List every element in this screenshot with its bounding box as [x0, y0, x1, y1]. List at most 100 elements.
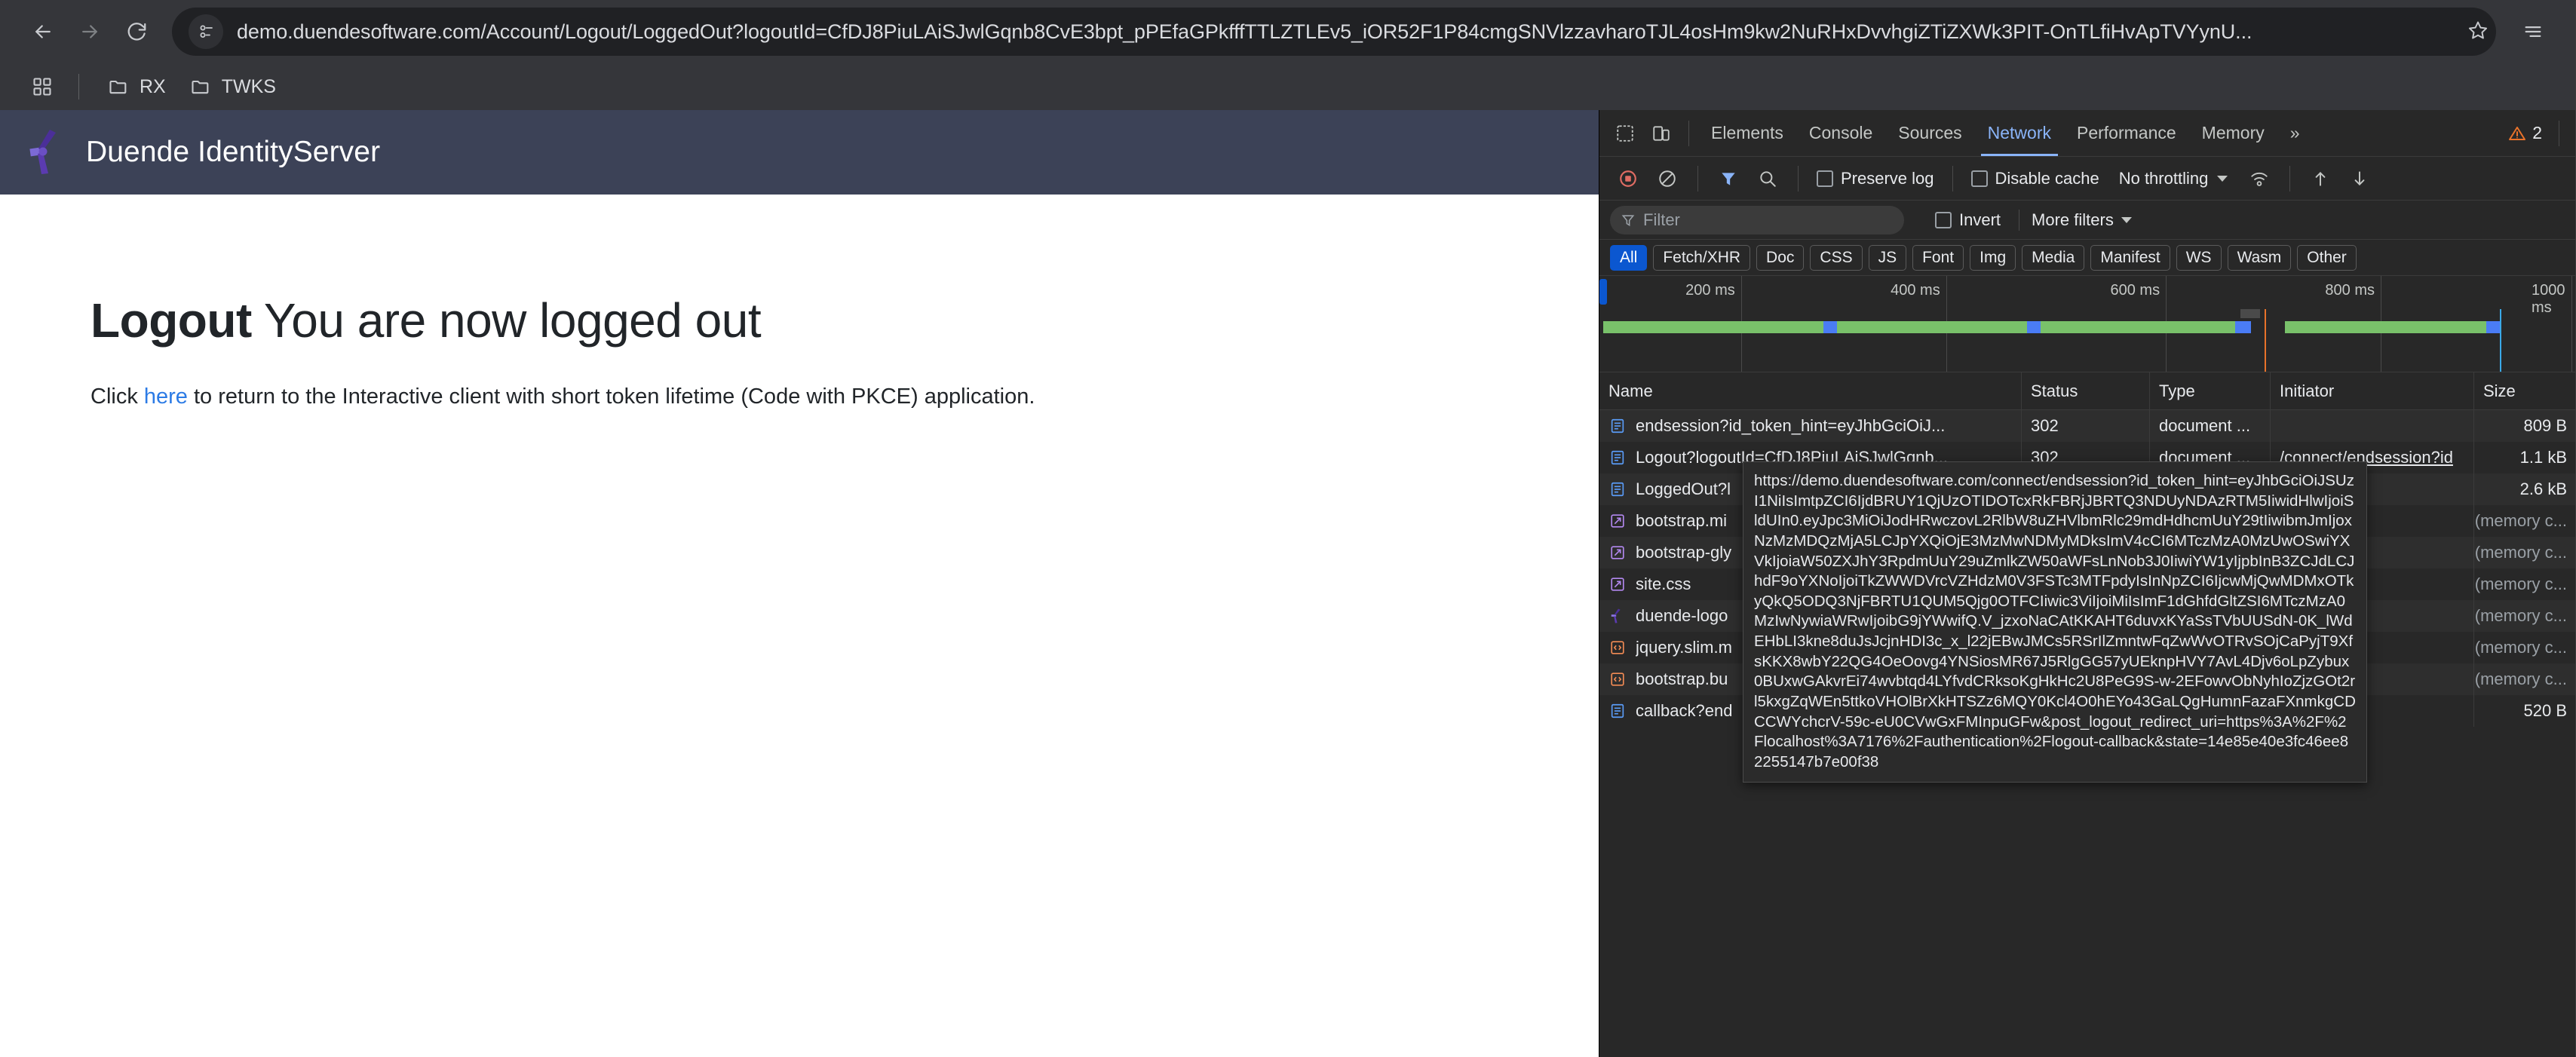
row-size: (memory c... — [2474, 638, 2567, 657]
browser-menu-button[interactable] — [2510, 8, 2556, 55]
warning-triangle-icon — [2508, 124, 2526, 142]
chip-doc[interactable]: Doc — [1756, 244, 1805, 271]
preserve-log-checkbox[interactable] — [1817, 170, 1833, 187]
row-size: 809 B — [2523, 416, 2568, 435]
chip-css[interactable]: CSS — [1810, 244, 1863, 271]
more-filters-dropdown[interactable]: More filters — [2032, 210, 2132, 230]
more-tabs-icon[interactable]: » — [2277, 111, 2313, 156]
chip-font[interactable]: Font — [1912, 244, 1964, 271]
row-name-text: callback?end — [1636, 701, 1733, 720]
chip-ws[interactable]: WS — [2176, 244, 2222, 271]
filter-placeholder: Filter — [1643, 210, 1680, 229]
clear-icon[interactable] — [1649, 161, 1685, 197]
disable-cache-toggle[interactable]: Disable cache — [1965, 169, 2105, 188]
row-initiator[interactable] — [2271, 410, 2474, 442]
toolbar-divider-1 — [1697, 165, 1698, 191]
return-link[interactable]: here — [144, 385, 188, 409]
timeline-range-handle[interactable] — [1599, 279, 1607, 305]
tab-console[interactable]: Console — [1796, 111, 1885, 156]
chip-media[interactable]: Media — [2022, 244, 2085, 271]
preserve-log-label: Preserve log — [1841, 168, 1934, 188]
invert-checkbox[interactable] — [1935, 211, 1952, 228]
row-size: 1.1 kB — [2519, 448, 2567, 467]
tab-sources[interactable]: Sources — [1885, 111, 1974, 156]
warning-badge[interactable]: 2 — [2501, 123, 2550, 143]
bookmark-star-icon[interactable] — [2467, 20, 2489, 44]
device-toolbar-icon[interactable] — [1643, 115, 1679, 152]
import-har-icon[interactable] — [2302, 161, 2338, 197]
browser-toolbar: demo.duendesoftware.com/Account/Logout/L… — [0, 0, 2576, 63]
chip-fetch-xhr[interactable]: Fetch/XHR — [1653, 244, 1751, 271]
chip-img[interactable]: Img — [1970, 244, 2016, 271]
row-name-text: jquery.slim.m — [1636, 638, 1732, 657]
duende-logo-icon — [23, 127, 74, 178]
inspect-element-icon[interactable] — [1607, 115, 1643, 152]
column-header-size[interactable]: Size — [2474, 372, 2576, 410]
record-stop-icon[interactable] — [1610, 161, 1646, 197]
row-status: 302 — [2022, 410, 2150, 442]
tab-performance[interactable]: Performance — [2064, 111, 2189, 156]
omnibox[interactable]: demo.duendesoftware.com/Account/Logout/L… — [172, 8, 2496, 56]
preserve-log-toggle[interactable]: Preserve log — [1811, 169, 1940, 188]
page-content: Logout You are now logged out Click here… — [0, 195, 1599, 409]
tab-memory[interactable]: Memory — [2189, 111, 2277, 156]
search-input[interactable]: Filter — [1610, 205, 1904, 234]
folder-icon — [190, 76, 211, 97]
timeline-tick: 600 ms — [2110, 282, 2160, 299]
timeline-tick: 200 ms — [1685, 282, 1735, 299]
request-url-tooltip: https://demo.duendesoftware.com/connect/… — [1743, 461, 2367, 783]
js-icon — [1608, 639, 1627, 657]
row-size: 2.6 kB — [2519, 479, 2567, 498]
row-size: (memory c... — [2474, 543, 2567, 562]
tab-network[interactable]: Network — [1975, 111, 2064, 156]
network-timeline-overview[interactable]: 200 ms 400 ms 600 ms 800 ms 1000 ms — [1599, 276, 2576, 372]
row-name-text: bootstrap.mi — [1636, 511, 1728, 530]
table-row[interactable]: endsession?id_token_hint=eyJhbGciOiJ... … — [1599, 410, 2576, 442]
js-icon — [1608, 670, 1627, 688]
url-text[interactable]: demo.duendesoftware.com/Account/Logout/L… — [237, 20, 2461, 44]
page-title-rest: You are now logged out — [263, 293, 762, 348]
column-header-initiator[interactable]: Initiator — [2271, 372, 2474, 410]
row-size: 520 B — [2523, 701, 2568, 720]
column-header-status[interactable]: Status — [2022, 372, 2150, 410]
chip-js[interactable]: JS — [1868, 244, 1907, 271]
column-header-name[interactable]: Name — [1599, 372, 2022, 410]
throttling-value: No throttling — [2118, 168, 2209, 188]
filter-bar: Filter Invert More filters — [1599, 201, 2576, 240]
tabbar-divider — [1688, 120, 1689, 146]
reload-button[interactable] — [113, 8, 160, 55]
filter-funnel-icon[interactable] — [1710, 161, 1746, 197]
column-header-type[interactable]: Type — [2150, 372, 2271, 410]
row-name[interactable]: endsession?id_token_hint=eyJhbGciOiJ... — [1599, 410, 2022, 442]
chip-all[interactable]: All — [1610, 244, 1648, 271]
row-name-text: LoggedOut?l — [1636, 479, 1731, 498]
export-har-icon[interactable] — [2341, 161, 2378, 197]
chip-manifest[interactable]: Manifest — [2090, 244, 2170, 271]
folder-icon — [108, 76, 129, 97]
throttling-select[interactable]: No throttling — [2119, 169, 2228, 188]
chip-other[interactable]: Other — [2297, 244, 2357, 271]
app-root: demo.duendesoftware.com/Account/Logout/L… — [0, 0, 2576, 1057]
back-button[interactable] — [20, 8, 66, 55]
search-icon[interactable] — [1750, 161, 1786, 197]
subtext-before: Click — [90, 385, 144, 409]
chip-wasm[interactable]: Wasm — [2227, 244, 2292, 271]
network-conditions-icon[interactable] — [2241, 161, 2277, 197]
invert-toggle[interactable]: Invert — [1929, 210, 2007, 230]
page-info-icon[interactable] — [189, 14, 223, 49]
page-title: Logout You are now logged out — [90, 293, 1508, 348]
apps-grid-icon[interactable] — [23, 67, 62, 106]
browser-chrome: demo.duendesoftware.com/Account/Logout/L… — [0, 0, 2576, 110]
row-size: (memory c... — [2474, 606, 2567, 625]
tab-elements[interactable]: Elements — [1698, 111, 1796, 156]
forward-button[interactable] — [66, 8, 113, 55]
bookmark-folder-twks[interactable]: TWKS — [178, 72, 288, 103]
bookmark-label: TWKS — [221, 75, 276, 97]
row-size: (memory c... — [2474, 574, 2567, 593]
web-page: Duende IdentityServer Logout You are now… — [0, 110, 1599, 1057]
document-icon — [1608, 480, 1627, 498]
devtools-tabbar: Elements Console Sources Network Perform… — [1599, 110, 2576, 157]
bookmark-folder-rx[interactable]: RX — [96, 72, 178, 103]
disable-cache-checkbox[interactable] — [1970, 170, 1988, 187]
timeline-tick: 400 ms — [1891, 282, 1940, 299]
